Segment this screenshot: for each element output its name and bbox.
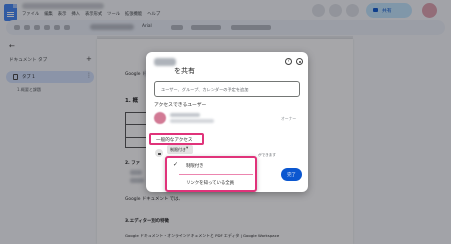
access-dropdown-menu: ✓ 制限付き リンクを知っている全員 bbox=[165, 156, 257, 192]
menu-item-label: リンクを知っている全員 bbox=[186, 181, 235, 186]
user-email-blurred bbox=[170, 119, 214, 123]
general-access-label-highlight: 一般的なアクセス bbox=[149, 133, 204, 145]
help-icon[interactable]: ? bbox=[285, 58, 292, 65]
add-people-input[interactable] bbox=[155, 82, 299, 96]
access-description: ができます bbox=[258, 153, 276, 157]
user-name-blurred bbox=[170, 113, 200, 117]
done-button[interactable]: 完了 bbox=[281, 168, 302, 181]
menu-item-restricted[interactable]: ✓ 制限付き bbox=[167, 159, 255, 173]
access-level-value: 制限付き bbox=[170, 147, 186, 152]
user-avatar bbox=[154, 112, 166, 124]
general-access-label: 一般的なアクセス bbox=[156, 138, 193, 143]
add-people-field[interactable] bbox=[154, 81, 300, 97]
share-dialog-title: を共有 bbox=[174, 67, 195, 75]
access-level-select[interactable]: 制限付き ▾ bbox=[167, 145, 193, 154]
gear-icon[interactable] bbox=[296, 58, 303, 65]
document-name-blurred bbox=[154, 58, 176, 66]
chevron-down-icon: ▾ bbox=[186, 146, 189, 151]
owner-label: オーナー bbox=[281, 116, 297, 121]
dropdown-divider bbox=[179, 174, 253, 175]
lock-icon bbox=[155, 149, 163, 157]
menu-item-anyone-with-link[interactable]: リンクを知っている全員 bbox=[167, 176, 255, 190]
menu-item-label: 制限付き bbox=[186, 164, 204, 169]
check-icon: ✓ bbox=[173, 161, 179, 168]
people-with-access-heading: アクセスできるユーザー bbox=[154, 103, 207, 108]
